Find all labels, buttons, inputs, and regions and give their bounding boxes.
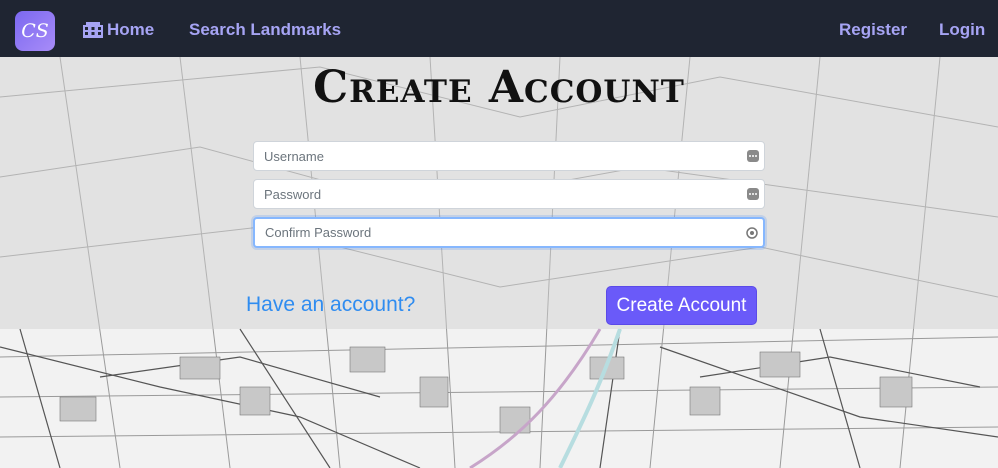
confirm-password-input[interactable] [255,219,763,246]
nav-home-label: Home [107,20,155,39]
nav-home-link[interactable]: Home [83,20,154,40]
have-account-link[interactable]: Have an account? [246,293,415,317]
key-icon[interactable] [746,227,758,239]
map-illustration [0,57,998,468]
password-input[interactable] [254,180,764,208]
nav-login-link[interactable]: Login [939,20,985,40]
page-title: Create Account [313,62,685,113]
nav-search-landmarks-link[interactable]: Search Landmarks [189,20,341,40]
nav-search-label: Search Landmarks [189,20,342,39]
map-background [0,57,998,468]
nav-login-label: Login [939,20,986,39]
create-account-button[interactable]: Create Account [606,286,757,325]
brand-logo[interactable]: CS [15,11,55,51]
confirm-password-field-wrapper [253,217,765,248]
building-icon [83,22,103,38]
password-manager-icon[interactable] [747,150,759,162]
password-field-wrapper [253,179,765,209]
nav-register-label: Register [839,20,908,39]
username-field-wrapper [253,141,765,171]
password-manager-icon[interactable] [747,188,759,200]
navbar: CS Home Search Landmarks Register Login [0,0,998,57]
nav-register-link[interactable]: Register [839,20,907,40]
brand-logo-text: CS [21,20,49,42]
username-input[interactable] [254,142,764,170]
